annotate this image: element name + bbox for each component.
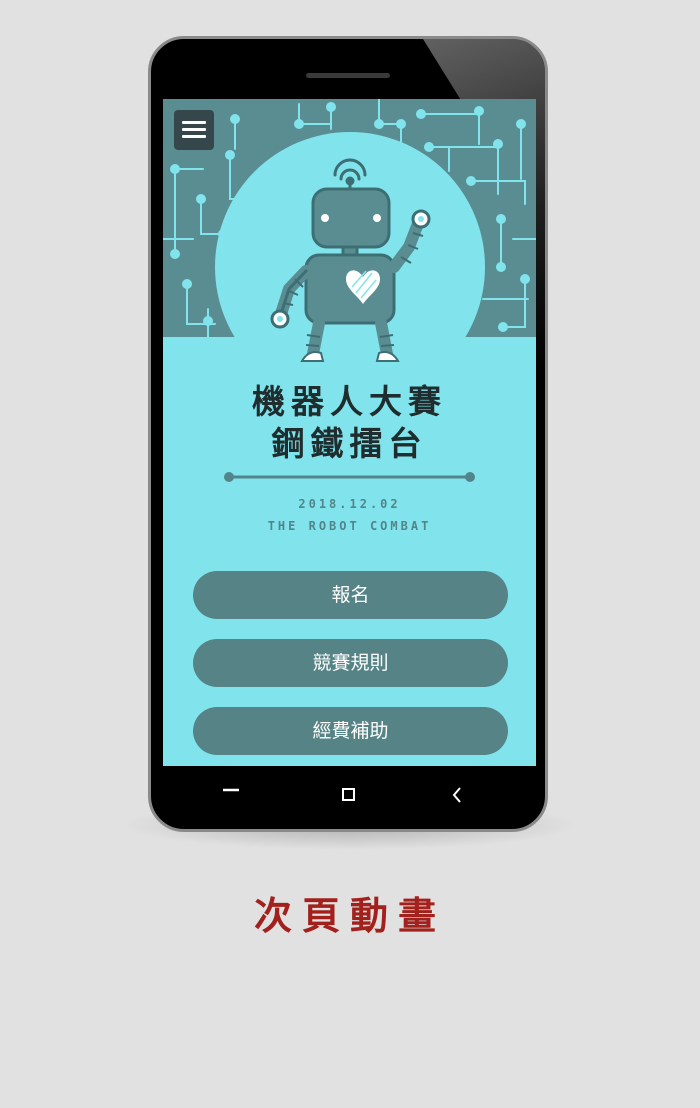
rules-button[interactable]: 競賽規則: [193, 639, 508, 687]
event-date: 2018.12.02: [298, 497, 401, 511]
funding-button[interactable]: 經費補助: [193, 707, 508, 755]
phone-speaker: [306, 73, 390, 78]
title-divider: [224, 472, 475, 482]
page-title-line1: 機器人大賽: [252, 382, 447, 421]
hamburger-menu-button[interactable]: [174, 110, 214, 150]
hamburger-menu-icon-line: [182, 128, 206, 131]
register-button[interactable]: 報名: [193, 571, 508, 619]
page-title-line2: 鋼鐵擂台: [271, 424, 428, 463]
phone-mockup: 機器人大賽 鋼鐵擂台 2018.12.02 THE ROBOT COMBAT 報…: [148, 36, 548, 832]
event-subtitle: THE ROBOT COMBAT: [267, 519, 432, 533]
robot-hero-illustration: [163, 99, 536, 374]
hamburger-menu-icon-line: [182, 135, 206, 138]
hamburger-menu-icon: [182, 121, 206, 124]
next-page-animation-caption: 次頁動畫: [253, 894, 446, 938]
app-screen: 機器人大賽 鋼鐵擂台 2018.12.02 THE ROBOT COMBAT 報…: [163, 99, 536, 766]
menu-icon[interactable]: [211, 766, 251, 826]
android-nav-bar: [151, 766, 545, 826]
home-square-icon[interactable]: [329, 766, 369, 826]
back-chevron-icon[interactable]: [437, 766, 477, 826]
